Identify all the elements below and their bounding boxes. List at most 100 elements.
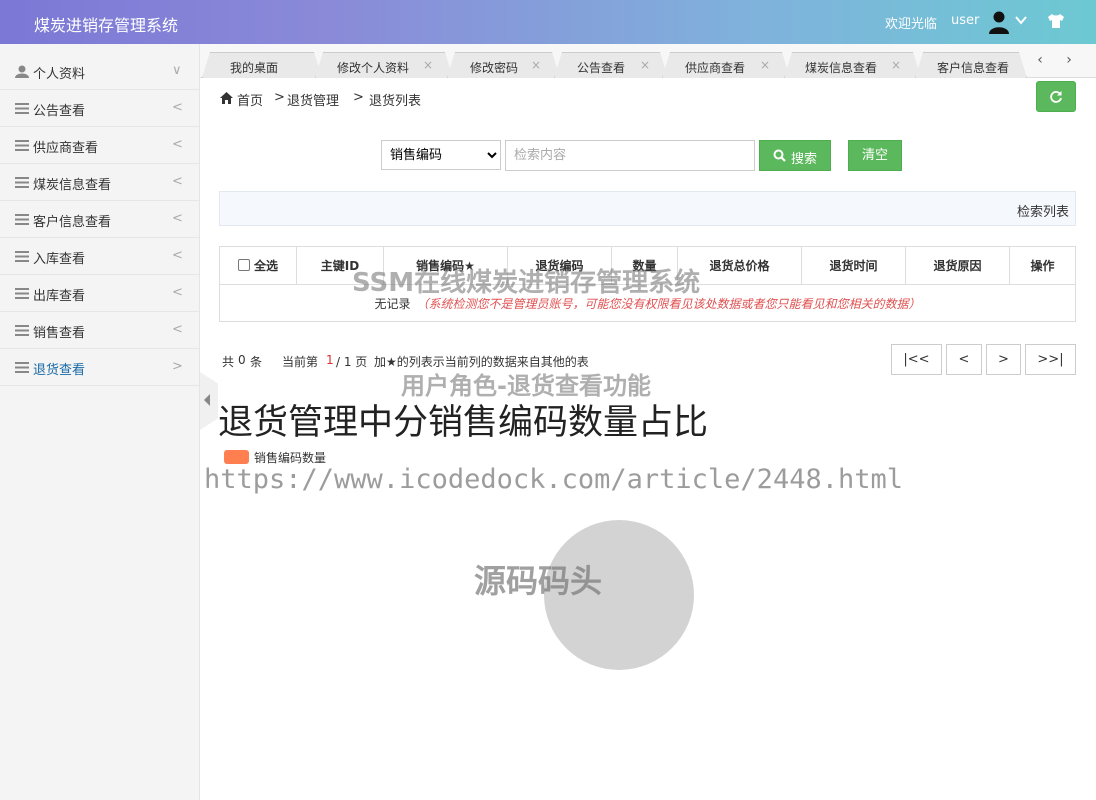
chevron-down-icon: ∨ [172, 63, 182, 78]
sidebar-item-coal-info[interactable]: 煤炭信息查看 < [0, 164, 199, 201]
chevron-left-icon: < [172, 174, 183, 189]
sidebar-item-label: 个人资料 [33, 67, 86, 82]
table-header: 全选 主键ID 销售编码★ 退货编码 数量 退货总价格 退货时间 退货原因 操作 [220, 247, 1075, 285]
select-all-label: 全选 [253, 259, 278, 273]
menu-icon [15, 362, 29, 373]
column-header[interactable]: 数量 [612, 247, 678, 285]
sidebar-item-sales[interactable]: 销售查看 < [0, 312, 199, 349]
top-header: 煤炭进销存管理系统 欢迎光临 user [0, 0, 1096, 44]
tab-coal-info[interactable]: 煤炭信息查看 × [784, 52, 921, 78]
last-page-button[interactable]: >>| [1025, 344, 1076, 375]
home-icon [220, 92, 233, 104]
sidebar-item-label: 退货查看 [33, 363, 86, 378]
chevron-left-icon: < [172, 322, 183, 337]
close-icon[interactable]: × [891, 58, 901, 72]
chevron-left-icon: < [172, 100, 183, 115]
search-button-label: 搜索 [791, 152, 818, 167]
no-record-row: 无记录 （系统检测您不是管理员账号，可能您没有权限看见该处数据或者您只能看见和您相… [220, 295, 1075, 312]
tab-desktop[interactable]: 我的桌面 [202, 52, 322, 78]
search-button[interactable]: 搜索 [759, 140, 831, 171]
tab-change-password[interactable]: 修改密码 × [447, 52, 560, 78]
tab-label: 煤炭信息查看 [805, 61, 878, 75]
user-avatar-icon[interactable] [988, 10, 1010, 34]
tab-label: 供应商查看 [685, 61, 746, 75]
column-header[interactable]: 退货原因 [906, 247, 1010, 285]
username[interactable]: user [951, 13, 979, 28]
next-page-button[interactable]: > [986, 344, 1021, 375]
sidebar-collapse-handle[interactable] [200, 372, 218, 430]
sidebar-item-returns[interactable]: 退货查看 > [0, 349, 199, 386]
first-page-button[interactable]: |<< [891, 344, 942, 375]
menu-icon [15, 103, 29, 114]
close-icon[interactable]: × [760, 58, 770, 72]
current-prefix: 当前第 [282, 355, 319, 369]
chevron-left-icon: < [172, 211, 183, 226]
select-all-checkbox[interactable] [237, 259, 250, 271]
tab-notice[interactable]: 公告查看 × [554, 52, 668, 78]
tab-label: 修改个人资料 [337, 61, 410, 75]
column-header[interactable]: 退货时间 [802, 247, 906, 285]
tab-label: 客户信息查看 [937, 61, 1010, 75]
sidebar-item-label: 煤炭信息查看 [33, 178, 112, 193]
clear-button[interactable]: 清空 [848, 140, 902, 171]
search-list-bar: 检索列表 [219, 191, 1076, 226]
sidebar-item-stock-in[interactable]: 入库查看 < [0, 238, 199, 275]
refresh-button[interactable] [1036, 81, 1076, 112]
close-icon[interactable]: × [423, 58, 433, 72]
tab-edit-profile[interactable]: 修改个人资料 × [315, 52, 453, 78]
search-field-select[interactable]: 销售编码 [381, 140, 501, 170]
tab-supplier[interactable]: 供应商查看 × [662, 52, 790, 78]
column-header: 操作 [1030, 259, 1055, 273]
current-page: 1 [326, 353, 334, 367]
sidebar-item-label: 出库查看 [33, 289, 86, 304]
tab-label: 公告查看 [577, 61, 626, 75]
tab-customer-info[interactable]: 客户信息查看 [915, 52, 1027, 78]
column-header[interactable]: 销售编码★ [384, 247, 508, 285]
triangle-left-icon [204, 394, 210, 406]
sidebar-item-customer[interactable]: 客户信息查看 < [0, 201, 199, 238]
prev-page-button[interactable]: < [946, 344, 982, 375]
permission-note: （系统检测您不是管理员账号，可能您没有权限看见该处数据或者您只能看见和您相关的数… [416, 297, 921, 311]
total-count: 0 [238, 353, 246, 367]
chevron-left-icon: < [172, 248, 183, 263]
welcome-text: 欢迎光临 [885, 17, 938, 32]
search-input[interactable] [505, 140, 755, 171]
sidebar-item-supplier[interactable]: 供应商查看 < [0, 127, 199, 164]
sidebar-item-notice[interactable]: 公告查看 < [0, 90, 199, 127]
breadcrumb-returns-list: 退货列表 [369, 94, 422, 109]
legend-swatch[interactable] [224, 450, 249, 464]
search-list-label: 检索列表 [1016, 205, 1069, 220]
chevron-down-icon[interactable] [1014, 13, 1028, 27]
chart-title: 退货管理中分销售编码数量占比 [218, 403, 709, 443]
search-icon [773, 149, 786, 162]
close-icon[interactable]: × [640, 58, 650, 72]
total-prefix: 共 [222, 355, 235, 369]
menu-icon [15, 177, 29, 188]
legend-label[interactable]: 销售编码数量 [254, 449, 326, 466]
breadcrumb-separator: > [274, 90, 285, 105]
theme-shirt-icon[interactable] [1047, 13, 1065, 29]
user-icon [15, 65, 29, 78]
total-suffix: 条 [250, 355, 263, 369]
breadcrumb-home[interactable]: 首页 [237, 90, 263, 109]
tab-next-button[interactable]: › [1056, 48, 1082, 74]
pie-empty-circle [544, 520, 694, 670]
menu-icon [15, 288, 29, 299]
refresh-icon [1050, 91, 1062, 103]
breadcrumb-returns-management[interactable]: 退货管理 [287, 90, 339, 109]
page-count: / 1 页 [336, 355, 368, 369]
column-header[interactable]: 主键ID [297, 247, 384, 285]
sidebar-item-label: 公告查看 [33, 104, 86, 119]
column-header[interactable]: 退货总价格 [678, 247, 802, 285]
sidebar-item-stock-out[interactable]: 出库查看 < [0, 275, 199, 312]
tab-prev-button[interactable]: ‹ [1027, 48, 1053, 74]
sidebar-item-label: 入库查看 [33, 252, 86, 267]
sidebar-item-label: 销售查看 [33, 326, 86, 341]
column-header[interactable]: 退货编码 [508, 247, 612, 285]
select-all-header[interactable]: 全选 [220, 247, 297, 285]
close-icon[interactable]: × [531, 58, 541, 72]
sidebar-item-profile[interactable]: 个人资料 ∨ [0, 53, 199, 90]
chevron-left-icon: < [172, 285, 183, 300]
sidebar-item-label: 客户信息查看 [33, 215, 112, 230]
tab-label: 我的桌面 [230, 61, 279, 75]
